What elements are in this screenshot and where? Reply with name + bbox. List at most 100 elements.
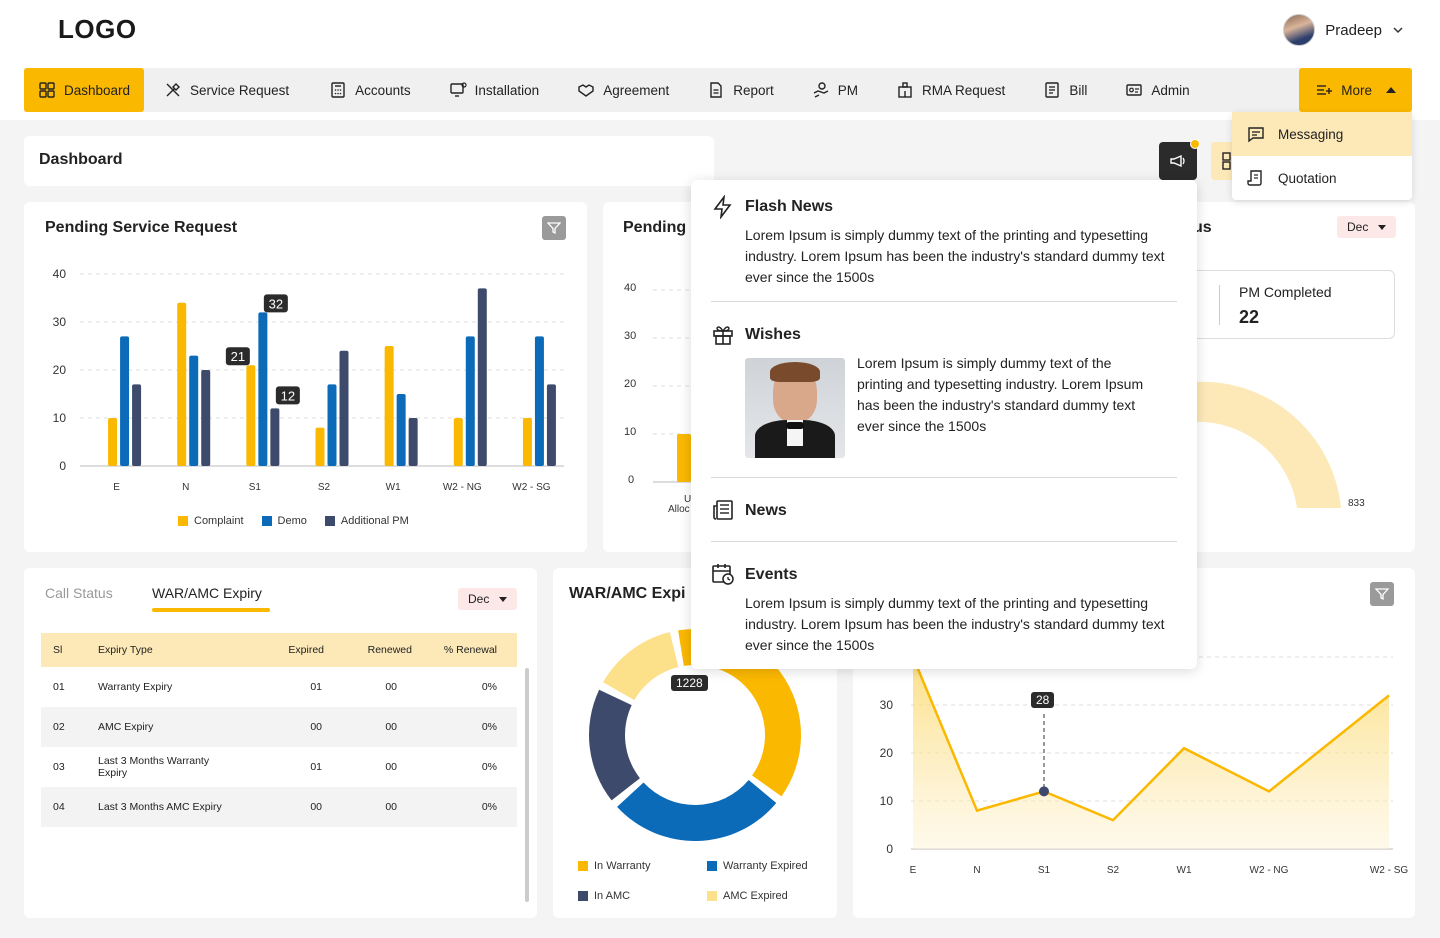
nav-item-admin[interactable]: Admin xyxy=(1113,68,1201,112)
tab-call-status[interactable]: Call Status xyxy=(45,585,113,601)
nav-item-installation[interactable]: Installation xyxy=(437,68,552,112)
notification-dot xyxy=(1190,139,1200,149)
cell: 00 xyxy=(251,787,336,827)
bar xyxy=(108,418,118,466)
pm-completed-box: PM Completed 22 xyxy=(1193,270,1395,339)
y-tick: 20 xyxy=(880,746,894,760)
nav-item-pm[interactable]: PM xyxy=(800,68,870,112)
lightning-icon xyxy=(713,195,732,219)
page-title: Dashboard xyxy=(39,151,123,168)
column-header: % Renewal xyxy=(424,633,517,667)
bar xyxy=(189,355,199,466)
menu-item-messaging[interactable]: Messaging xyxy=(1232,112,1412,156)
bar xyxy=(270,408,280,466)
chart-tooltip: 1228 xyxy=(671,675,708,691)
user-menu[interactable]: Pradeep xyxy=(1283,14,1404,46)
gauge-label: 833 xyxy=(1348,498,1365,509)
table-row[interactable]: 04 Last 3 Months AMC Expiry 00 00 0% xyxy=(41,787,517,827)
legend-item: In Warranty xyxy=(578,860,650,872)
nav-label: PM xyxy=(837,82,859,98)
divider xyxy=(1219,285,1220,325)
bar-chart: 0 10 20 30 40 E N S1 S2 W1 W2 - NG W2 - SG 32 21 12 xyxy=(53,267,564,493)
document-icon xyxy=(710,82,722,98)
cell: 02 xyxy=(41,707,86,747)
flash-news-title: Flash News xyxy=(745,198,834,215)
y-tick: 40 xyxy=(53,267,67,281)
wishes-photo xyxy=(745,358,845,458)
more-dropdown: Messaging Quotation xyxy=(1232,112,1412,200)
y-tick: 0 xyxy=(59,459,66,473)
x-tick: W2 - SG xyxy=(512,482,551,493)
y-tick: 20 xyxy=(624,378,637,390)
user-name[interactable]: Pradeep xyxy=(1325,22,1382,39)
building-icon xyxy=(898,82,912,98)
month-select[interactable]: Dec xyxy=(458,588,518,610)
column-header: Expired xyxy=(251,633,336,667)
bar xyxy=(246,365,256,466)
pm-completed-value: 22 xyxy=(1239,307,1260,327)
cell: 0% xyxy=(481,681,497,693)
x-tick: S2 xyxy=(1107,865,1120,876)
chevron-down-icon[interactable] xyxy=(1392,24,1404,36)
select-value: Dec xyxy=(1347,220,1369,234)
y-tick: 30 xyxy=(53,315,67,329)
nav-item-agreement[interactable]: Agreement xyxy=(565,68,681,112)
y-tick: 0 xyxy=(886,842,893,856)
nav-label: Agreement xyxy=(603,82,670,98)
cell: Last 3 Months AMC Expiry xyxy=(86,787,251,827)
bar xyxy=(677,434,691,482)
legend-item: Warranty Expired xyxy=(707,860,808,872)
id-card-icon xyxy=(1126,84,1143,96)
expiry-table: Sl Expiry Type Expired Renewed % Renewal… xyxy=(41,633,517,827)
menu-item-quotation[interactable]: Quotation xyxy=(1232,156,1412,200)
table-row[interactable]: 01 Warranty Expiry 01 00 0% xyxy=(41,667,517,707)
more-button[interactable]: More xyxy=(1299,68,1412,112)
monitor-icon xyxy=(449,82,467,97)
legend-item: AMC Expired xyxy=(707,890,788,902)
nav-item-rma-request[interactable]: RMA Request xyxy=(884,68,1017,112)
bar xyxy=(522,418,532,466)
legend-item: In AMC xyxy=(578,890,630,902)
select-value: Dec xyxy=(468,592,490,606)
legend-item: Complaint xyxy=(178,515,244,527)
caret-down-icon xyxy=(1378,224,1387,230)
chart-legend: Complaint Demo Additional PM xyxy=(178,515,409,527)
x-tick: S2 xyxy=(318,482,331,493)
tab-war-amc-expiry[interactable]: WAR/AMC Expiry xyxy=(152,585,262,601)
y-tick: 10 xyxy=(880,794,894,808)
nav-item-dashboard[interactable]: Dashboard xyxy=(24,68,145,112)
hand-gear-icon xyxy=(813,82,829,98)
nav-item-accounts[interactable]: Accounts xyxy=(317,68,423,112)
legend-item: Demo xyxy=(261,515,307,527)
x-tick: N xyxy=(973,865,980,876)
data-label: 21 xyxy=(231,349,245,364)
table-row[interactable]: 03 Last 3 Months Warranty Expiry 01 00 0… xyxy=(41,747,517,787)
scrollbar[interactable] xyxy=(525,668,529,902)
month-select[interactable]: Dec xyxy=(1337,216,1397,238)
bar xyxy=(546,384,556,466)
calculator-icon xyxy=(331,82,345,98)
announcement-button[interactable] xyxy=(1159,139,1200,180)
data-point xyxy=(1039,786,1049,797)
nav-item-bill[interactable]: Bill xyxy=(1031,68,1099,112)
avatar[interactable] xyxy=(1283,14,1316,46)
bar xyxy=(339,350,349,466)
wishes-text: Lorem Ipsum is simply dummy text of the … xyxy=(857,355,1144,434)
bar xyxy=(534,336,544,466)
list-add-icon xyxy=(1317,85,1333,95)
cell: 00 xyxy=(385,761,397,773)
bar xyxy=(201,370,211,466)
events-title: Events xyxy=(745,566,798,583)
column-header: Renewed xyxy=(336,633,424,667)
card-title: Pending xyxy=(623,219,687,236)
table-row[interactable]: 02 AMC Expiry 00 00 0% xyxy=(41,707,517,747)
cell: 00 xyxy=(336,787,424,827)
nav-item-service-request[interactable]: Service Request xyxy=(152,68,301,112)
cell: 01 xyxy=(310,761,322,773)
cell: 00 xyxy=(385,681,397,693)
dashboard-header: Dashboard xyxy=(24,136,714,186)
nav-item-report[interactable]: Report xyxy=(695,68,786,112)
caret-down-icon xyxy=(499,596,508,602)
logo[interactable]: LOGO xyxy=(58,14,137,45)
tools-icon xyxy=(166,83,181,97)
